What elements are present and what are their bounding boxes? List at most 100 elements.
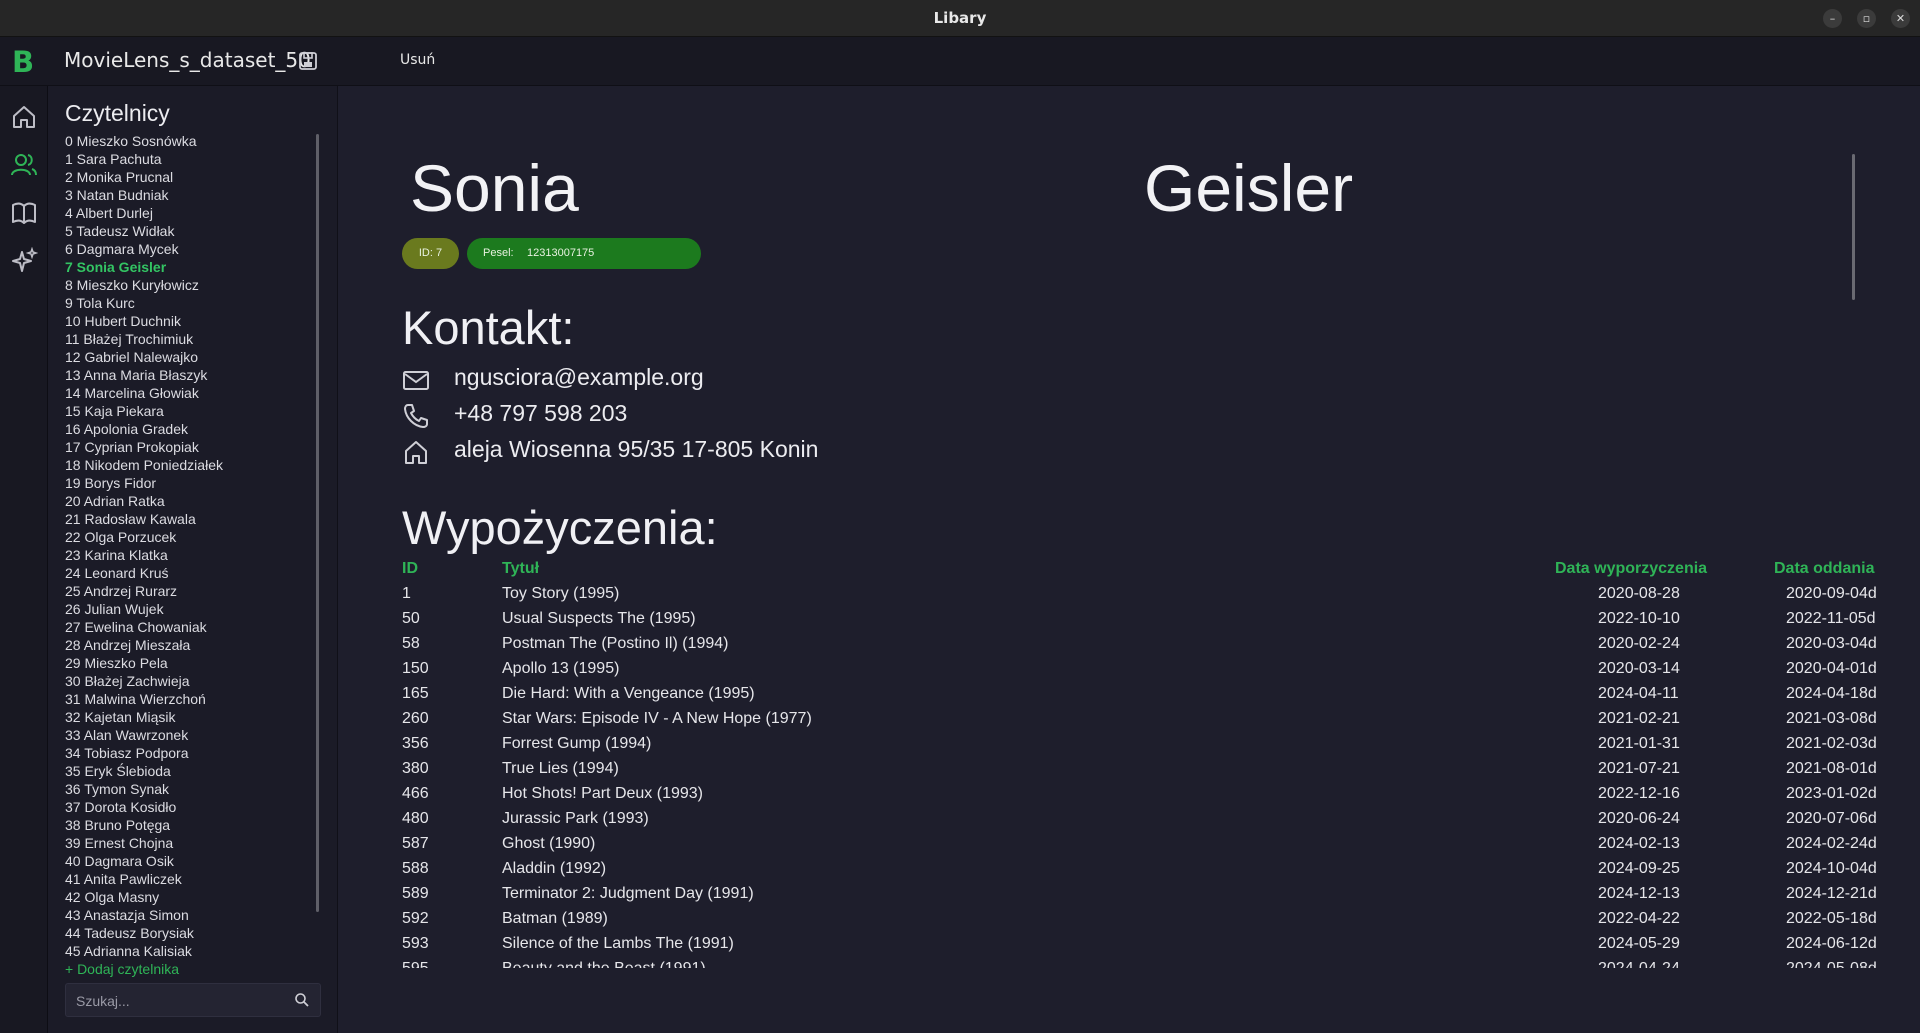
loans-heading: Wypożyczenia: — [402, 501, 718, 554]
cell-id: 589 — [402, 885, 429, 902]
reader-list-item[interactable]: 17 Cyprian Prokopiak — [65, 438, 315, 456]
loans-table: ID Tytuł Data wyporzyczenia Data oddania… — [402, 560, 1920, 968]
table-row[interactable]: 595 Beauty and the Beast (1991) 2024-04-24… — [402, 960, 1920, 968]
reader-list-item[interactable]: 27 Ewelina Chowaniak — [65, 618, 315, 636]
last-name: Geisler — [1144, 151, 1354, 225]
reader-list-item[interactable]: 22 Olga Porzucek — [65, 528, 315, 546]
sidebar-scrollbar[interactable] — [316, 134, 319, 912]
main-scrollbar[interactable] — [1852, 154, 1855, 300]
reader-list-item[interactable]: 23 Karina Klatka — [65, 546, 315, 564]
sparkle-icon[interactable] — [10, 247, 38, 275]
search-input[interactable] — [74, 984, 288, 1018]
reader-list-item[interactable]: 45 Adrianna Kalisiak — [65, 942, 315, 960]
cell-title: Beauty and the Beast (1991) — [502, 960, 706, 968]
cell-title: Forrest Gump (1994) — [502, 735, 652, 752]
reader-list-item[interactable]: 40 Dagmara Osik — [65, 852, 315, 870]
column-header-id: ID — [402, 560, 418, 577]
reader-list-item[interactable]: 42 Olga Masny — [65, 888, 315, 906]
reader-list-item[interactable]: 8 Mieszko Kuryłowicz — [65, 276, 315, 294]
reader-list-item[interactable]: 31 Malwina Wierzchoń — [65, 690, 315, 708]
table-row[interactable]: 592 Batman (1989) 2022-04-22 2022-05-18d — [402, 910, 1920, 935]
reader-list-item[interactable]: 35 Eryk Ślebioda — [65, 762, 315, 780]
table-row[interactable]: 480 Jurassic Park (1993) 2020-06-24 2020-07… — [402, 810, 1920, 835]
reader-list-item[interactable]: 13 Anna Maria Błaszyk — [65, 366, 315, 384]
reader-list-item[interactable]: 9 Tola Kurc — [65, 294, 315, 312]
reader-list-item[interactable]: 24 Leonard Kruś — [65, 564, 315, 582]
reader-list-item[interactable]: 7 Sonia Geisler — [65, 258, 315, 276]
table-row[interactable]: 150 Apollo 13 (1995) 2020-03-14 2020-04-01d — [402, 660, 1920, 685]
reader-list-item[interactable]: 5 Tadeusz Widłak — [65, 222, 315, 240]
cell-return-date: 2020-04-01d — [1786, 660, 1877, 677]
reader-list: 0 Mieszko Sosnówka 1 Sara Pachuta 2 Monika… — [65, 132, 315, 1012]
book-icon[interactable] — [10, 199, 38, 227]
table-row[interactable]: 588 Aladdin (1992) 2024-09-25 2024-10-04d — [402, 860, 1920, 885]
cell-title: Jurassic Park (1993) — [502, 810, 649, 827]
reader-list-item[interactable]: 43 Anastazja Simon — [65, 906, 315, 924]
reader-list-item[interactable]: 12 Gabriel Nalewajko — [65, 348, 315, 366]
cell-id: 150 — [402, 660, 429, 677]
table-row[interactable]: 165 Die Hard: With a Vengeance (1995) 2024… — [402, 685, 1920, 710]
table-row[interactable]: 589 Terminator 2: Judgment Day (1991) 2024… — [402, 885, 1920, 910]
reader-list-item[interactable]: 10 Hubert Duchnik — [65, 312, 315, 330]
reader-list-item[interactable]: 19 Borys Fidor — [65, 474, 315, 492]
reader-list-item[interactable]: 21 Radosław Kawala — [65, 510, 315, 528]
reader-list-item[interactable]: 41 Anita Pawliczek — [65, 870, 315, 888]
reader-list-item[interactable]: 33 Alan Wawrzonek — [65, 726, 315, 744]
cell-return-date: 2024-06-12d — [1786, 935, 1877, 952]
add-reader-button[interactable]: + Dodaj czytelnika — [65, 961, 186, 977]
delete-button[interactable]: Usuń — [400, 52, 435, 68]
cell-return-date: 2024-12-21d — [1786, 885, 1877, 902]
reader-list-item[interactable]: 44 Tadeusz Borysiak — [65, 924, 315, 942]
reader-list-item[interactable]: 2 Monika Prucnal — [65, 168, 315, 186]
reader-list-item[interactable]: 18 Nikodem Poniedziałek — [65, 456, 315, 474]
pesel-badge: Pesel: 12313007175 — [467, 238, 701, 269]
reader-list-item[interactable]: 1 Sara Pachuta — [65, 150, 315, 168]
cell-id: 356 — [402, 735, 429, 752]
reader-list-item[interactable]: 37 Dorota Kosidło — [65, 798, 315, 816]
cell-loan-date: 2020-08-28 — [1598, 585, 1680, 602]
save-icon[interactable] — [298, 51, 318, 71]
readers-icon[interactable] — [10, 151, 38, 179]
reader-list-item[interactable]: 4 Albert Durlej — [65, 204, 315, 222]
pesel-value: 12313007175 — [527, 247, 595, 259]
home-icon[interactable] — [10, 103, 38, 131]
reader-list-item[interactable]: 36 Tymon Synak — [65, 780, 315, 798]
reader-list-item[interactable]: 16 Apolonia Gradek — [65, 420, 315, 438]
minimize-icon[interactable]: – — [1823, 9, 1842, 28]
reader-list-item[interactable]: 34 Tobiasz Podpora — [65, 744, 315, 762]
sidebar-title: Czytelnicy — [65, 100, 170, 126]
table-row[interactable]: 380 True Lies (1994) 2021-07-21 2021-08-01d — [402, 760, 1920, 785]
reader-list-item[interactable]: 0 Mieszko Sosnówka — [65, 132, 315, 150]
reader-list-item[interactable]: 11 Błażej Trochimiuk — [65, 330, 315, 348]
close-icon[interactable]: ✕ — [1891, 9, 1910, 28]
table-row[interactable]: 50 Usual Suspects The (1995) 2022-10-10 202… — [402, 610, 1920, 635]
cell-return-date: 2022-05-18d — [1786, 910, 1877, 927]
maximize-icon[interactable]: ▫ — [1857, 9, 1876, 28]
reader-list-item[interactable]: 28 Andrzej Mieszała — [65, 636, 315, 654]
reader-list-item[interactable]: 15 Kaja Piekara — [65, 402, 315, 420]
reader-list-item[interactable]: 29 Mieszko Pela — [65, 654, 315, 672]
reader-list-item[interactable]: 3 Natan Budniak — [65, 186, 315, 204]
cell-id: 587 — [402, 835, 429, 852]
reader-list-item[interactable]: 30 Błażej Zachwieja — [65, 672, 315, 690]
table-row[interactable]: 260 Star Wars: Episode IV - A New Hope (1… — [402, 710, 1920, 735]
table-row[interactable]: 466 Hot Shots! Part Deux (1993) 2022-12-16… — [402, 785, 1920, 810]
reader-list-item[interactable]: 26 Julian Wujek — [65, 600, 315, 618]
table-row[interactable]: 58 Postman The (Postino Il) (1994) 2020-02… — [402, 635, 1920, 660]
reader-list-item[interactable]: 6 Dagmara Mycek — [65, 240, 315, 258]
cell-title: Hot Shots! Part Deux (1993) — [502, 785, 703, 802]
reader-list-item[interactable]: 25 Andrzej Rurarz — [65, 582, 315, 600]
reader-list-item[interactable]: 38 Bruno Potęga — [65, 816, 315, 834]
table-row[interactable]: 356 Forrest Gump (1994) 2021-01-31 2021-02-… — [402, 735, 1920, 760]
table-row[interactable]: 593 Silence of the Lambs The (1991) 2024-0… — [402, 935, 1920, 960]
cell-loan-date: 2022-04-22 — [1598, 910, 1680, 927]
table-row[interactable]: 1 Toy Story (1995) 2020-08-28 2020-09-04d — [402, 585, 1920, 610]
search-icon[interactable] — [294, 992, 310, 1008]
reader-list-item[interactable]: 39 Ernest Chojna — [65, 834, 315, 852]
cell-title: Silence of the Lambs The (1991) — [502, 935, 734, 952]
reader-list-item[interactable]: 20 Adrian Ratka — [65, 492, 315, 510]
reader-list-item[interactable]: 32 Kajetan Miąsik — [65, 708, 315, 726]
cell-loan-date: 2021-07-21 — [1598, 760, 1680, 777]
table-row[interactable]: 587 Ghost (1990) 2024-02-13 2024-02-24d — [402, 835, 1920, 860]
reader-list-item[interactable]: 14 Marcelina Głowiak — [65, 384, 315, 402]
